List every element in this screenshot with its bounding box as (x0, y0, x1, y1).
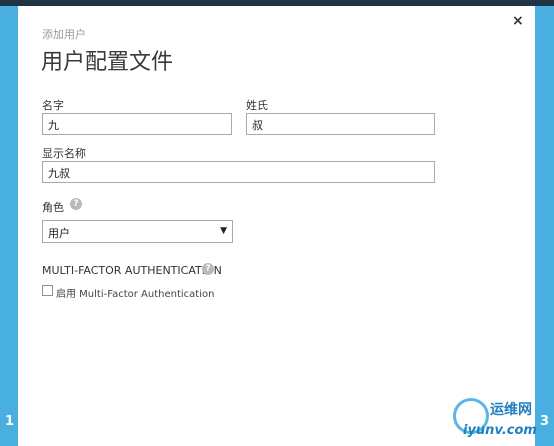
wizard-left-rail (0, 6, 18, 446)
page-title: 用户配置文件 (41, 50, 174, 75)
dialog-subtitle: 添加用户 (42, 28, 86, 41)
last-name-label: 姓氏 (246, 99, 268, 112)
mfa-checkbox-label: 启用 Multi-Factor Authentication (56, 289, 215, 300)
display-name-label: 显示名称 (42, 147, 86, 160)
wizard-right-rail (535, 6, 554, 446)
close-icon[interactable]: × (512, 14, 524, 28)
display-name-field[interactable]: 九叔 (42, 161, 435, 183)
role-select-value: 用户 (48, 227, 70, 240)
watermark-brand: 运维网 (490, 402, 532, 418)
role-help-icon[interactable]: ? (70, 198, 82, 210)
mfa-help-icon[interactable]: ? (202, 263, 214, 275)
first-name-label: 名字 (42, 99, 64, 112)
mfa-enable-checkbox[interactable] (42, 285, 53, 296)
watermark-domain: iyunv.com (463, 423, 537, 438)
chevron-down-icon: ▼ (220, 226, 227, 236)
wizard-step-right: 3 (540, 414, 550, 429)
wizard-step-left: 1 (5, 414, 15, 429)
role-label: 角色 (42, 201, 64, 214)
last-name-field[interactable]: 叔 (246, 113, 435, 135)
role-select[interactable]: 用户 ▼ (42, 220, 233, 243)
mfa-section-heading: MULTI-FACTOR AUTHENTICATION (42, 264, 222, 277)
first-name-field[interactable]: 九 (42, 113, 232, 135)
